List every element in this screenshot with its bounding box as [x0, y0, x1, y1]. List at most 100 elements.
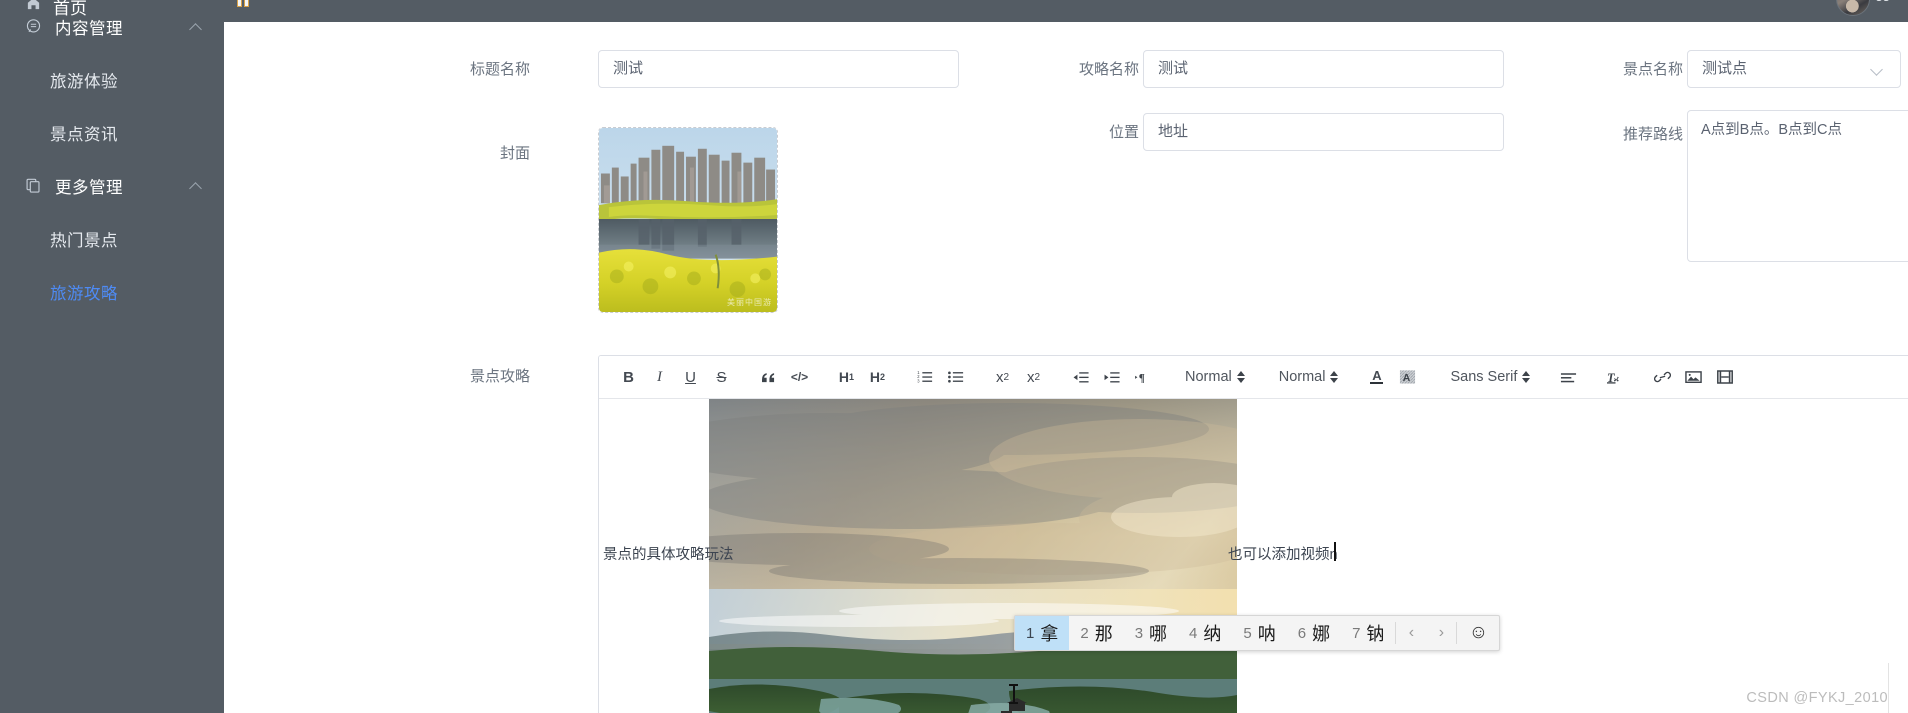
video-button[interactable]	[1711, 364, 1738, 390]
ime-candidate-word: 哪	[1149, 624, 1168, 644]
image-button[interactable]	[1680, 364, 1707, 390]
editor-toolbar: B I U S </> H1 H2 123 x 2 x 2 ¶ Normal N…	[599, 356, 1908, 399]
topbar-username: 55	[1876, 0, 1890, 4]
content-chat-icon	[22, 18, 44, 35]
route-label: 推荐路线	[1622, 126, 1683, 143]
ime-candidate[interactable]: 5 呐	[1232, 616, 1286, 650]
font-color-button[interactable]: A	[1363, 364, 1390, 390]
strikethrough-button[interactable]: S	[708, 364, 735, 390]
font-family-select[interactable]: Sans Serif	[1444, 364, 1532, 390]
ime-candidate[interactable]: 2 那	[1069, 616, 1123, 650]
font-color-letter: A	[1372, 367, 1382, 383]
guide-name-input[interactable]: 测试	[1143, 50, 1504, 88]
ime-candidate-bar[interactable]: 1 拿 2 那 3 哪 4 纳 5 呐 6 娜 7 钠 ‹ › ☺	[1014, 615, 1501, 651]
sidebar-group-content-label: 内容管理	[55, 19, 123, 38]
clear-format-button[interactable]: T	[1602, 364, 1629, 390]
italic-button[interactable]: I	[646, 364, 673, 390]
size-select[interactable]: Normal	[1273, 364, 1341, 390]
ime-prev-page-button[interactable]: ‹	[1396, 616, 1426, 650]
bold-button[interactable]: B	[615, 364, 642, 390]
indent-button[interactable]	[1098, 364, 1125, 390]
page-watermark: CSDN @FYKJ_2010	[1746, 690, 1888, 706]
sidebar-item-label: 热门景点	[50, 231, 118, 250]
spot-name-label: 景点名称	[1622, 61, 1683, 78]
rich-text-editor: B I U S </> H1 H2 123 x 2 x 2 ¶ Normal N…	[598, 355, 1908, 713]
editor-label: 景点攻略	[469, 368, 530, 385]
subscript-button[interactable]: x2	[989, 364, 1016, 390]
font-family-value: Sans Serif	[1450, 369, 1518, 385]
ime-candidate[interactable]: 4 纳	[1178, 616, 1232, 650]
sidebar: 首页 内容管理 旅游体验 景点资讯 更多管理 热门景点 旅游攻略	[0, 0, 224, 713]
ime-emoji-button[interactable]: ☺	[1457, 616, 1499, 650]
sidebar-item-label: 景点资讯	[50, 125, 118, 144]
cover-watermark: 美丽中国游	[727, 298, 772, 307]
editor-inline-photo[interactable]	[709, 399, 1237, 713]
outdent-button[interactable]	[1067, 364, 1094, 390]
chevron-up-icon	[190, 21, 202, 33]
ime-candidate-index: 5	[1243, 624, 1252, 642]
guide-name-label: 攻略名称	[1078, 61, 1139, 78]
ime-candidate[interactable]: 3 哪	[1124, 616, 1178, 650]
size-select-value: Normal	[1278, 369, 1326, 385]
spinner-arrows-icon	[1236, 371, 1245, 383]
cover-label: 封面	[499, 145, 530, 162]
editor-text-right: 也可以添加视频n	[1228, 547, 1338, 563]
sidebar-item-hot-spots[interactable]: 热门景点	[0, 212, 224, 265]
sidebar-group-content[interactable]: 内容管理	[0, 0, 224, 53]
editor-text-left: 景点的具体攻略玩法	[603, 547, 734, 563]
editor-content[interactable]: 景点的具体攻略玩法 也可以添加视频n	[599, 399, 1908, 713]
sidebar-item-travel-guide[interactable]: 旅游攻略	[0, 265, 224, 318]
ime-candidate-index: 3	[1134, 624, 1144, 642]
bullet-list-button[interactable]	[942, 364, 969, 390]
underline-button[interactable]: U	[677, 364, 704, 390]
title-input[interactable]: 测试	[598, 50, 959, 88]
sidebar-item-label: 旅游攻略	[50, 284, 118, 303]
mouse-cursor-ibeam	[1009, 684, 1018, 704]
blockquote-button[interactable]	[755, 364, 782, 390]
main-content: 标题名称 测试 攻略名称 测试 景点名称 测试点 封面 美丽中国游 位置 地址 …	[224, 22, 1908, 713]
ime-candidate[interactable]: 6 娜	[1287, 616, 1341, 650]
location-label: 位置	[1108, 124, 1139, 141]
align-button[interactable]	[1555, 364, 1582, 390]
ime-candidate[interactable]: 1 拿	[1015, 616, 1070, 650]
ime-candidate-word: 钠	[1366, 624, 1385, 644]
location-input[interactable]: 地址	[1143, 113, 1504, 151]
user-avatar[interactable]	[1835, 0, 1870, 16]
topbar: 55	[224, 0, 1908, 22]
route-textarea[interactable]: A点到B点。B点到C点	[1687, 110, 1908, 262]
sidebar-item-spot-news[interactable]: 景点资讯	[0, 106, 224, 159]
spinner-arrows-icon	[1330, 371, 1339, 383]
svg-text:3: 3	[917, 378, 920, 383]
sidebar-item-travel-experience[interactable]: 旅游体验	[0, 53, 224, 106]
sidebar-group-more[interactable]: 更多管理	[0, 159, 224, 212]
ime-candidate-word: 那	[1094, 624, 1113, 644]
svg-text:¶: ¶	[1139, 372, 1145, 383]
superscript-button[interactable]: x2	[1020, 364, 1047, 390]
text-direction-button[interactable]: ¶	[1129, 364, 1156, 390]
menu-collapse-icon[interactable]	[237, 0, 249, 7]
chevron-down-icon[interactable]	[1872, 65, 1883, 76]
header-select[interactable]: Normal	[1179, 364, 1247, 390]
chevron-up-icon	[190, 180, 202, 192]
ime-candidate-word: 呐	[1257, 624, 1276, 644]
topbar-user[interactable]: 55	[1835, 0, 1890, 16]
background-color-button[interactable]: A	[1394, 364, 1421, 390]
title-label: 标题名称	[469, 61, 530, 78]
ime-candidate[interactable]: 7 钠	[1341, 616, 1395, 650]
ime-next-page-button[interactable]: ›	[1426, 616, 1456, 650]
svg-text:A: A	[1403, 373, 1411, 384]
text-caret	[1334, 542, 1336, 561]
cover-image-uploader[interactable]: 美丽中国游	[598, 127, 778, 313]
code-block-button[interactable]: </>	[786, 364, 813, 390]
ime-candidate-index: 6	[1297, 624, 1307, 642]
ime-candidate-index: 2	[1080, 624, 1089, 642]
sidebar-group-more-label: 更多管理	[55, 178, 123, 197]
ime-candidate-word: 娜	[1312, 624, 1331, 644]
heading-2-button[interactable]: H2	[864, 364, 891, 390]
link-button[interactable]	[1649, 364, 1676, 390]
ime-candidate-index: 4	[1189, 624, 1198, 642]
heading-1-button[interactable]: H1	[833, 364, 860, 390]
ordered-list-button[interactable]: 123	[911, 364, 938, 390]
cover-photo	[599, 128, 777, 312]
sidebar-item-label: 旅游体验	[50, 72, 118, 91]
